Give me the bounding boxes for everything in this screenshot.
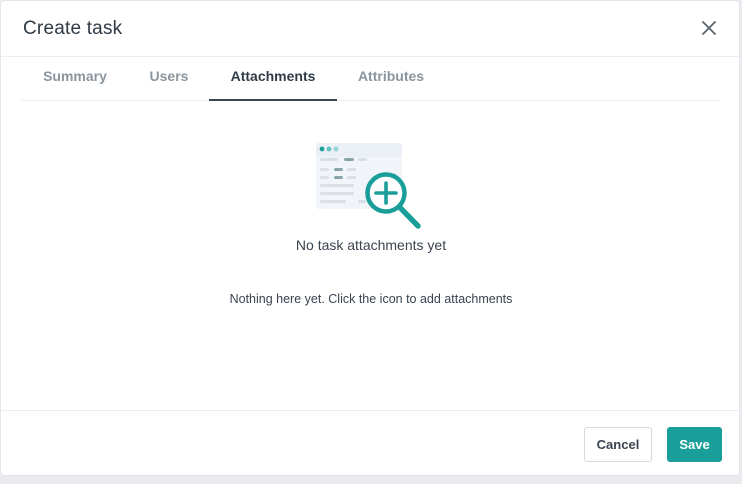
tab-attributes[interactable]: Attributes [337,57,445,101]
tab-attachments[interactable]: Attachments [209,57,337,101]
save-button[interactable]: Save [667,427,722,462]
tab-bar: Summary Users Attachments Attributes [21,57,721,101]
tab-summary[interactable]: Summary [21,57,129,101]
close-button[interactable] [699,18,719,38]
empty-state-description: Nothing here yet. Click the icon to add … [229,292,513,306]
add-attachment-magnifier-icon [316,143,421,229]
close-icon [702,21,716,35]
empty-state-title: No task attachments yet [295,237,447,253]
tab-users[interactable]: Users [129,57,209,101]
dialog-header: Create task [1,1,739,57]
cancel-button[interactable]: Cancel [584,427,652,462]
create-task-dialog: Create task Summary Users Attachments At… [0,0,740,476]
add-attachment-button[interactable] [314,142,426,230]
dialog-footer: Cancel Save [1,410,739,476]
dialog-title: Create task [23,18,123,39]
